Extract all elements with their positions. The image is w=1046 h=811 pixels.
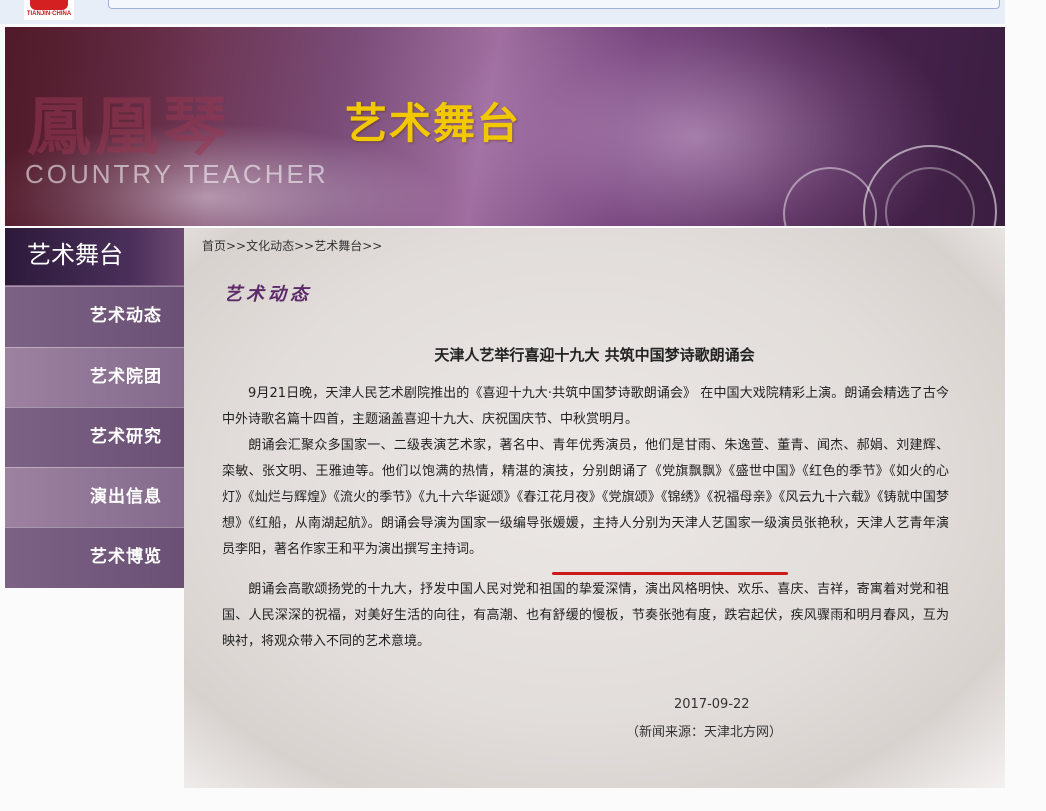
sidebar-item-art-troupes[interactable]: 艺术院团 (5, 347, 184, 408)
sidebar-item-label: 演出信息 (90, 487, 162, 507)
article-date: 2017-09-22 (674, 697, 750, 712)
page-banner: 鳳凰琴 COUNTRY TEACHER 艺术舞台 (5, 27, 1005, 226)
top-navigation-bar (108, 0, 1000, 9)
sidebar-item-art-news[interactable]: 艺术动态 (5, 286, 184, 347)
banner-title: 艺术舞台 (345, 99, 522, 148)
sidebar-item-performance-info[interactable]: 演出信息 (5, 467, 184, 528)
main-content: 首页>>文化动态>>艺术舞台>> 艺术动态 天津人艺举行喜迎十九大 共筑中国梦诗… (184, 228, 1005, 788)
sidebar-item-art-exhibition[interactable]: 艺术博览 (5, 527, 184, 588)
logo-mark-icon (30, 0, 68, 10)
sidebar-title-text: 艺术舞台 (27, 241, 123, 269)
article-title: 天津人艺举行喜迎十九大 共筑中国梦诗歌朗诵会 (434, 346, 755, 364)
sidebar-item-label: 艺术院团 (90, 367, 162, 387)
sidebar-item-art-research[interactable]: 艺术研究 (5, 407, 184, 468)
section-title: 艺术动态 (224, 284, 312, 305)
logo-text: TIANJIN·CHINA (26, 11, 72, 17)
sidebar-item-label: 艺术研究 (90, 427, 162, 447)
sidebar-title: 艺术舞台 (5, 228, 184, 285)
annotation-underline (552, 572, 788, 575)
article-source: （新闻来源：天津北方网） (626, 725, 783, 740)
article-paragraph: 9月21日晚，天津人民艺术剧院推出的《喜迎十九大·共筑中国梦诗歌朗诵会》 在中国… (222, 386, 949, 427)
banner-calligraphy: 鳳凰琴 (27, 90, 231, 165)
top-bar: TIANJIN·CHINA (0, 0, 1005, 24)
article-paragraph: 朗诵会高歌颂扬党的十九大，抒发中国人民对党和祖国的挚爱深情，演出风格明快、欢乐、… (222, 582, 949, 649)
sidebar-item-label: 艺术博览 (90, 547, 162, 567)
breadcrumb[interactable]: 首页>>文化动态>>艺术舞台>> (202, 238, 382, 254)
sidebar: 艺术舞台 艺术动态 艺术院团 艺术研究 演出信息 艺术博览 (5, 228, 184, 588)
article-paragraph: 朗诵会汇聚众多国家一、二级表演艺术家，著名中、青年优秀演员，他们是甘雨、朱逸萱、… (222, 438, 949, 557)
site-logo[interactable]: TIANJIN·CHINA (24, 0, 74, 20)
sidebar-item-label: 艺术动态 (90, 306, 162, 326)
banner-ghost-text: COUNTRY TEACHER (25, 159, 329, 189)
